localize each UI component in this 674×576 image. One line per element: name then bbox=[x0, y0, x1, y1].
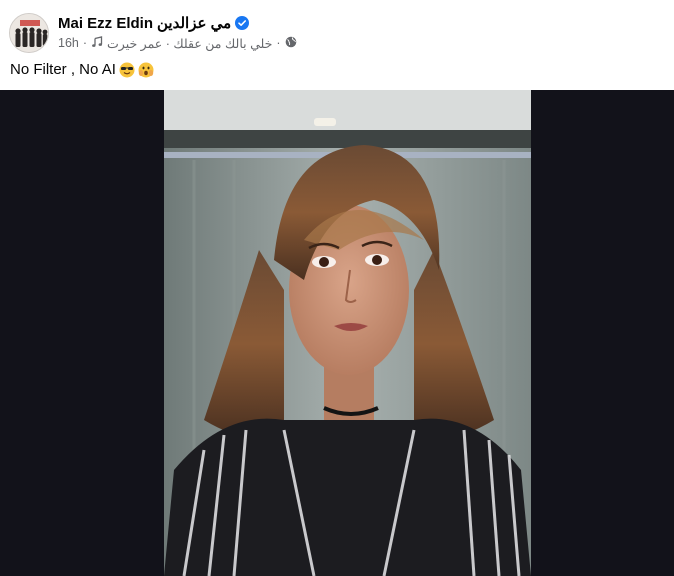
post-header: Mai Ezz Eldin مي عزالدين 16h · خلي بالك … bbox=[0, 0, 674, 90]
post-text-row: No Filter , No AI bbox=[10, 61, 154, 78]
meta-separator: · bbox=[276, 36, 281, 50]
post-meta: 16h · خلي بالك من عقلك · عمر خيرت · bbox=[58, 35, 297, 51]
author-name-row[interactable]: Mai Ezz Eldin مي عزالدين bbox=[58, 13, 250, 33]
song-title[interactable]: خلي بالك من عقلك · عمر خيرت bbox=[107, 36, 272, 51]
music-note-icon bbox=[91, 35, 103, 51]
cool-face-emoji bbox=[119, 62, 135, 78]
surprised-face-emoji bbox=[138, 62, 154, 78]
post-text: No Filter , No AI bbox=[10, 61, 116, 78]
verified-badge-icon bbox=[235, 16, 250, 30]
post-time[interactable]: 16h bbox=[58, 36, 79, 50]
author-name[interactable]: Mai Ezz Eldin bbox=[58, 15, 153, 32]
post-media[interactable] bbox=[0, 90, 674, 576]
meta-separator: · bbox=[82, 36, 88, 50]
author-avatar[interactable] bbox=[9, 13, 49, 53]
globe-icon[interactable] bbox=[285, 36, 297, 51]
post-photo[interactable] bbox=[164, 90, 531, 576]
author-name-arabic[interactable]: مي عزالدين bbox=[157, 14, 231, 32]
